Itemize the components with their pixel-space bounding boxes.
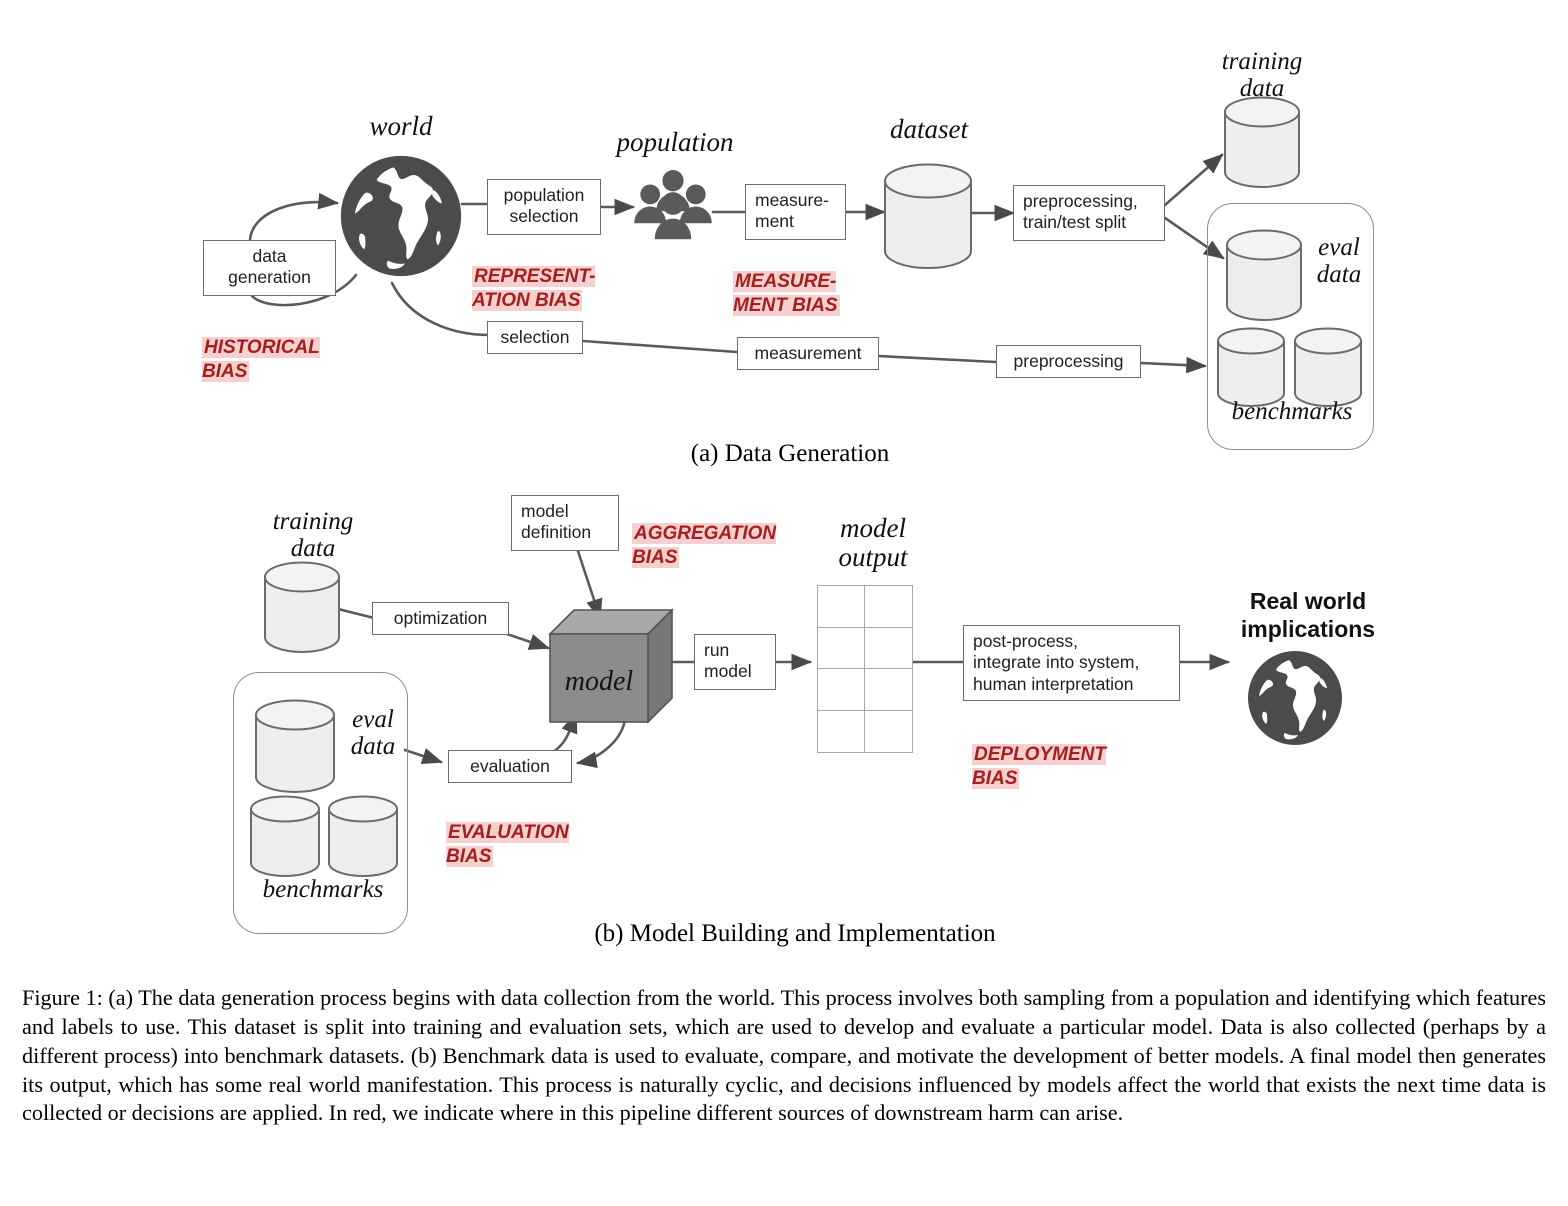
grid-cell	[865, 628, 912, 669]
subcaption-b: (b) Model Building and Implementation	[594, 920, 996, 947]
process-model-definition[interactable]: model definition	[511, 495, 619, 551]
label-world: world	[369, 111, 433, 141]
bias-evaluation-label: EVALUATION BIAS	[446, 821, 569, 868]
people-svg	[634, 170, 712, 240]
bias-representation-label: REPRESENT- ATION BIAS	[472, 265, 596, 312]
bias-representation: REPRESENT- ATION BIAS	[472, 240, 672, 314]
grid-cell	[865, 669, 912, 711]
label-population: population	[616, 127, 734, 157]
people-icon-population	[627, 167, 719, 243]
cylinder-svg	[1224, 96, 1300, 188]
cylinder-eval-data-b	[253, 698, 337, 794]
bias-measurement-label: MEASURE- MENT BIAS	[733, 270, 840, 317]
bias-aggregation-label: AGGREGATION BIAS	[632, 522, 777, 569]
cylinder-benchmark-b-1	[248, 795, 322, 877]
label-training-data-a: training data	[1221, 48, 1303, 102]
bias-measurement: MEASURE- MENT BIAS	[733, 245, 923, 319]
bias-aggregation: AGGREGATION BIAS	[632, 497, 842, 571]
bias-deployment: DEPLOYMENT BIAS	[972, 718, 1182, 792]
subcaption-a: (a) Data Generation	[690, 440, 890, 467]
cylinder-benchmark-a-2	[1292, 327, 1364, 407]
cylinder-svg	[264, 561, 340, 653]
globe-svg	[340, 155, 462, 277]
process-population-selection[interactable]: population selection	[487, 179, 601, 235]
bias-deployment-label: DEPLOYMENT BIAS	[972, 743, 1106, 790]
grid-cell	[818, 669, 865, 711]
cylinder-svg	[1294, 327, 1362, 407]
cylinder-training-data-a	[1222, 95, 1302, 189]
edge-measurement2-to-preprocessing2	[877, 354, 998, 364]
label-training-data-b: training data	[272, 508, 354, 562]
label-eval-data-b: eval data	[350, 706, 396, 760]
cylinder-eval-data-a	[1224, 228, 1304, 322]
process-preprocessing-split[interactable]: preprocessing, train/test split	[1013, 185, 1165, 241]
figure-caption: Figure 1: (a) The data generation proces…	[22, 985, 1546, 1126]
edge-trainingdata-to-optimization	[336, 607, 376, 620]
process-post-process[interactable]: post-process, integrate into system, hum…	[963, 625, 1180, 701]
globe-icon-world	[337, 152, 465, 280]
grid-cell	[818, 586, 865, 628]
bias-historical-label: HISTORICAL BIAS	[202, 336, 320, 383]
grid-model-output	[817, 585, 913, 753]
process-measurement-bottom[interactable]: measurement	[737, 337, 879, 370]
edge-preprocessing2-to-benchmarks	[1139, 356, 1208, 374]
process-measurement-top[interactable]: measure- ment	[745, 184, 846, 240]
globe-icon-real-world	[1245, 648, 1345, 748]
label-eval-data-a: eval data	[1316, 234, 1362, 288]
cylinder-svg	[1226, 229, 1302, 321]
figure-root: world data generation HISTORICAL BIAS po…	[0, 0, 1568, 1206]
globe-svg	[1248, 651, 1342, 745]
cylinder-svg	[250, 795, 320, 877]
cylinder-training-data-b	[262, 560, 342, 654]
cube-model: model	[548, 608, 674, 724]
edge-model-to-evaluation	[575, 717, 627, 769]
process-optimization[interactable]: optimization	[372, 602, 509, 635]
bias-historical: HISTORICAL BIAS	[202, 311, 392, 385]
process-selection[interactable]: selection	[487, 321, 583, 354]
grid-cell	[865, 711, 912, 753]
grid-cell	[818, 627, 865, 669]
cylinder-svg	[328, 795, 398, 877]
cylinder-svg	[1217, 327, 1285, 407]
process-evaluation[interactable]: evaluation	[448, 750, 572, 783]
label-dataset: dataset	[890, 114, 968, 144]
edge-selection-to-measurement2	[581, 339, 739, 354]
cylinder-svg	[255, 699, 335, 793]
cube-svg	[548, 608, 674, 724]
edge-datagen-to-world	[248, 192, 340, 242]
label-benchmarks-a: benchmarks	[1231, 398, 1353, 425]
cylinder-benchmark-a-1	[1215, 327, 1287, 407]
edge-preprocessing-to-trainingdata	[1163, 153, 1224, 207]
grid-cell	[818, 710, 865, 752]
label-real-world-implications: Real world implications	[1240, 588, 1376, 642]
label-benchmarks-b: benchmarks	[262, 876, 384, 903]
cylinder-benchmark-b-2	[326, 795, 400, 877]
bias-evaluation: EVALUATION BIAS	[446, 796, 646, 870]
process-data-generation[interactable]: data generation	[203, 240, 336, 296]
grid-cell	[865, 586, 912, 628]
edge-optimization-to-model	[505, 632, 550, 650]
process-run-model[interactable]: run model	[694, 634, 776, 690]
process-preprocessing[interactable]: preprocessing	[996, 345, 1141, 378]
